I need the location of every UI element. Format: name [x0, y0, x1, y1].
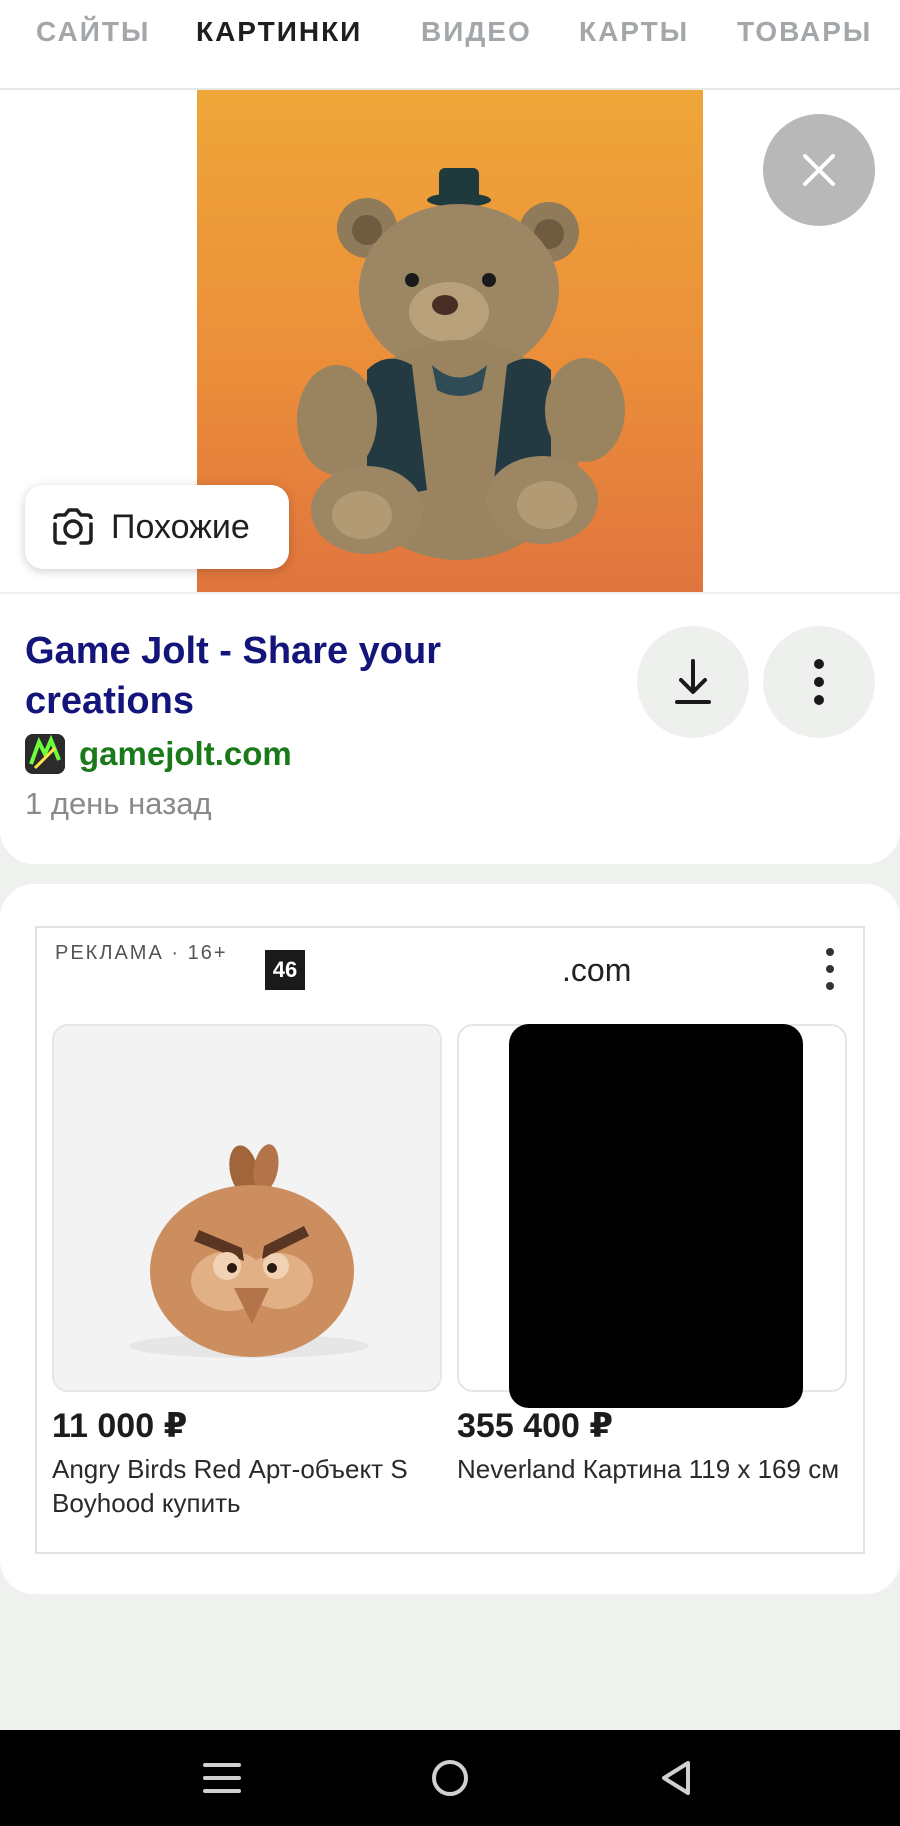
similar-images-button[interactable]: Похожие	[25, 485, 289, 569]
image-source-card: Game Jolt - Share your creations gamejol…	[0, 594, 900, 864]
home-icon	[432, 1760, 468, 1796]
menu-icon	[203, 1763, 241, 1793]
tab-sites[interactable]: САЙТЫ	[36, 16, 150, 48]
image-viewer: Похожие	[0, 90, 900, 592]
more-vertical-icon	[814, 659, 824, 705]
system-navigation-bar	[0, 1730, 900, 1826]
download-button[interactable]	[637, 626, 749, 738]
tab-images[interactable]: КАРТИНКИ	[196, 16, 362, 48]
more-vertical-icon	[826, 948, 834, 990]
ad-label: РЕКЛАМА · 16+	[55, 942, 228, 964]
search-tabs: САЙТЫ КАРТИНКИ ВИДЕО КАРТЫ ТОВАРЫ	[0, 0, 900, 90]
site-link[interactable]: gamejolt.com	[25, 734, 292, 774]
back-button[interactable]	[646, 1748, 706, 1808]
ad-domain[interactable]: .com	[562, 952, 631, 989]
menu-button[interactable]	[192, 1748, 252, 1808]
tab-video[interactable]: ВИДЕО	[421, 16, 532, 48]
tab-products[interactable]: ТОВАРЫ	[737, 16, 872, 48]
product-image	[52, 1024, 442, 1392]
angry-bird-image	[54, 1026, 440, 1390]
gamejolt-favicon-icon	[25, 734, 65, 774]
close-icon	[803, 154, 835, 186]
ad-shop-logo[interactable]: 46	[265, 950, 305, 990]
product-name: Angry Birds Red Арт-объект S Boyhood куп…	[52, 1454, 408, 1518]
close-button[interactable]	[763, 114, 875, 226]
camera-search-icon	[53, 508, 93, 545]
product-price: 355 400 ₽	[457, 1407, 614, 1445]
redacted-image	[509, 1024, 803, 1408]
home-button[interactable]	[420, 1748, 480, 1808]
download-icon	[675, 659, 711, 704]
similar-images-label: Похожие	[111, 507, 250, 546]
ad-product-card[interactable]: 11 000 ₽ Angry Birds Red Арт-объект S Bo…	[52, 1024, 442, 1520]
site-name: gamejolt.com	[79, 735, 292, 772]
ad-more-button[interactable]	[815, 944, 845, 994]
tab-maps[interactable]: КАРТЫ	[579, 16, 689, 48]
result-title-link[interactable]: Game Jolt - Share your creations	[25, 626, 495, 726]
product-name: Neverland Картина 119 x 169 см	[457, 1454, 840, 1484]
more-options-button[interactable]	[763, 626, 875, 738]
back-icon	[662, 1761, 690, 1795]
posted-time: 1 день назад	[25, 786, 212, 821]
product-price: 11 000 ₽	[52, 1407, 188, 1445]
